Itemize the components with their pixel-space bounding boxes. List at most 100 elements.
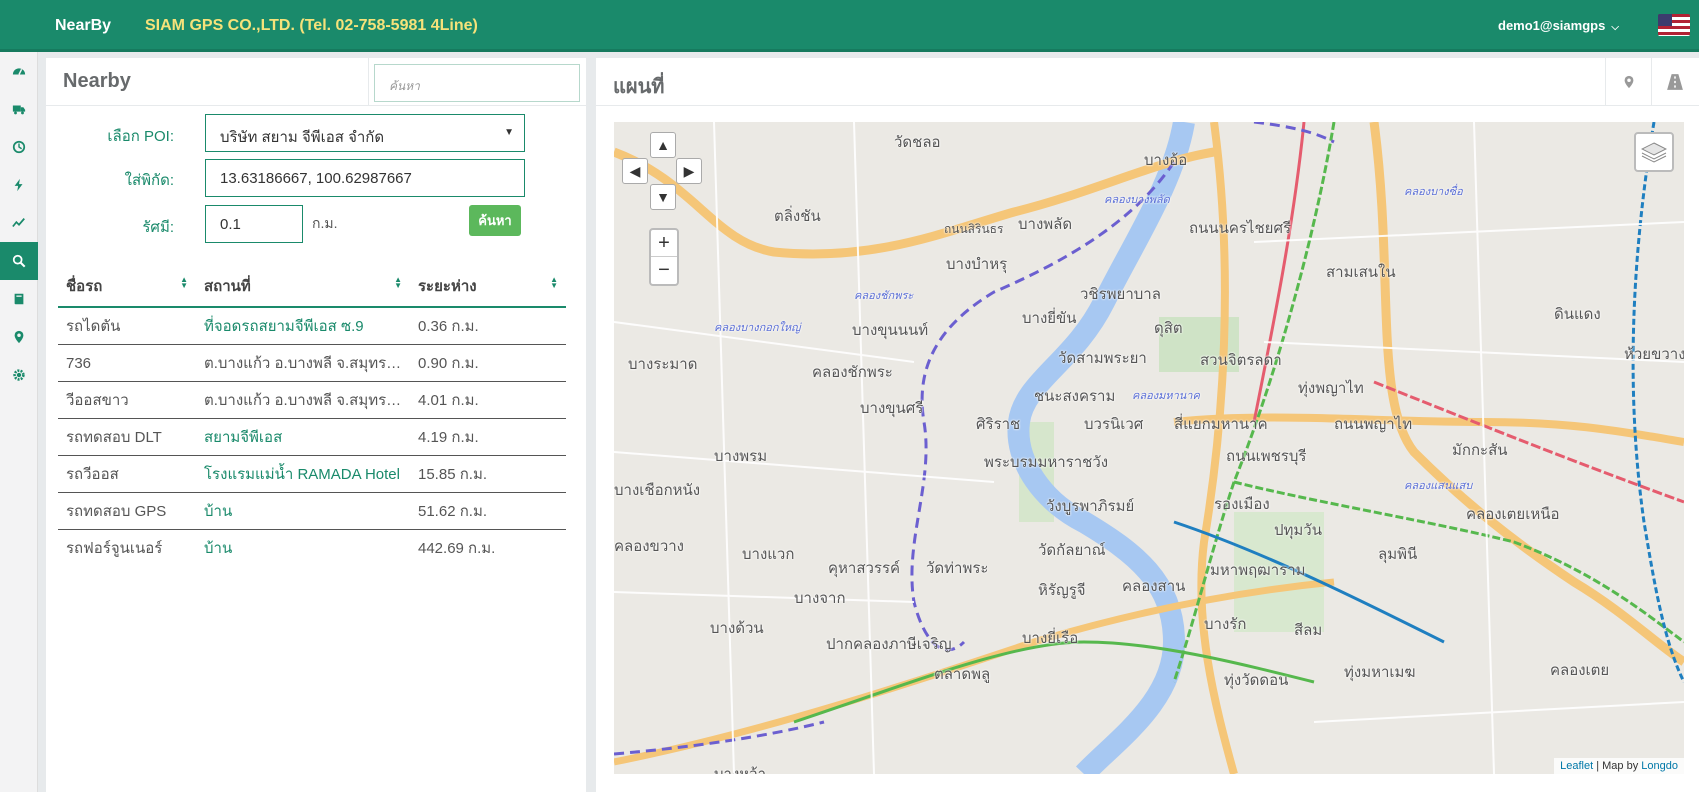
canal-label: คลองบางซื่อ xyxy=(1404,186,1463,198)
map-label: สี่แยกมหานาค xyxy=(1174,416,1268,433)
coord-input[interactable]: 13.63186667, 100.62987667 xyxy=(205,159,525,197)
table-row[interactable]: รถทดสอบ DLT สยามจีพีเอส 4.19 ก.ม. xyxy=(58,418,566,456)
dashboard-icon[interactable] xyxy=(0,52,38,90)
layers-icon[interactable] xyxy=(1634,132,1674,172)
radius-input[interactable]: 0.1 xyxy=(205,205,303,243)
coord-label: ใส่พิกัด: xyxy=(124,172,174,189)
map-attribution: Leaflet | Map by Longdo xyxy=(1554,758,1684,774)
map-title: แผนที่ xyxy=(613,76,665,98)
us-flag-icon[interactable] xyxy=(1658,14,1690,36)
table-row[interactable]: รถวีออส โรงแรมแม่น้ำ RAMADA Hotel 15.85 … xyxy=(58,455,566,493)
place-link[interactable]: สยามจีพีเอส xyxy=(196,418,410,456)
place-link[interactable]: โรงแรมแม่น้ำ RAMADA Hotel xyxy=(196,455,410,493)
table-row[interactable]: 736 ต.บางแก้ว อ.บางพลี จ.สมุทรปราการ 0.9… xyxy=(58,344,566,382)
search-input[interactable]: ค้นหา xyxy=(374,64,580,102)
pan-down-button[interactable]: ▼ xyxy=(650,184,676,210)
distance-value: 0.36 ก.ม. xyxy=(410,307,566,345)
history-icon[interactable] xyxy=(0,128,38,166)
sort-icon[interactable]: ▲ ▼ xyxy=(180,276,188,290)
vehicle-name: รถวีออส xyxy=(58,455,196,493)
vehicle-name: รถไดตัน xyxy=(58,307,196,345)
search-icon[interactable] xyxy=(0,242,38,280)
search-button[interactable]: ค้นหา xyxy=(469,205,521,236)
road-icon[interactable] xyxy=(1651,58,1697,106)
distance-value: 15.85 ก.ม. xyxy=(410,455,566,493)
map-label: บางพรม xyxy=(714,448,768,465)
user-email[interactable]: demo1@siamgps xyxy=(1498,18,1605,33)
map-label: วังบูรพาภิรมย์ xyxy=(1046,498,1135,515)
pan-right-button[interactable]: ▶ xyxy=(676,158,702,184)
map-panel-header: แผนที่ xyxy=(596,58,1699,106)
table-row[interactable]: รถฟอร์จูนเนอร์ บ้าน 442.69 ก.ม. xyxy=(58,530,566,567)
map-label: ปากคลองภาษีเจริญ xyxy=(826,636,952,653)
zoom-in-button[interactable]: + xyxy=(651,230,677,257)
place-text: ต.บางแก้ว อ.บางพลี จ.สมุทรปราการ xyxy=(196,381,410,419)
pan-up-button[interactable]: ▲ xyxy=(650,132,676,158)
map-label: บางแวก xyxy=(742,546,795,563)
poi-select[interactable]: บริษัท สยาม จีพีเอส จำกัด ▼ xyxy=(205,114,525,152)
map-label: วัดสามพระยา xyxy=(1058,350,1147,367)
map-marker-icon[interactable] xyxy=(1605,58,1651,106)
place-text: ต.บางแก้ว อ.บางพลี จ.สมุทรปราการ xyxy=(196,344,410,382)
map-view[interactable]: วัดชลอ บางอ้อ ตลิ่งชัน ถนนสิรินธร บางพลั… xyxy=(614,122,1684,774)
map-label: สวนจิตรลดา xyxy=(1200,352,1282,369)
map-label: ทุ่งวัดดอน xyxy=(1224,672,1289,689)
map-marker-icon[interactable] xyxy=(0,318,38,356)
map-label: วัดท่าพระ xyxy=(926,560,989,577)
map-label: ลุมพินี xyxy=(1378,546,1418,563)
vehicle-name: 736 xyxy=(58,344,196,382)
map-label: ทุ่งมหาเมฆ xyxy=(1344,664,1416,681)
map-label: บางรัก xyxy=(1204,616,1247,633)
zoom-out-button[interactable]: − xyxy=(651,257,677,284)
vehicle-name: วีออสขาว xyxy=(58,381,196,419)
bolt-icon[interactable] xyxy=(0,166,38,204)
table-row[interactable]: วีออสขาว ต.บางแก้ว อ.บางพลี จ.สมุทรปรากา… xyxy=(58,381,566,419)
map-label: มักกะสัน xyxy=(1452,442,1508,459)
user-menu[interactable]: demo1@siamgps ⌵ xyxy=(1498,18,1619,33)
nearby-panel-header: Nearby ค้นหา xyxy=(46,58,586,106)
place-link[interactable]: บ้าน xyxy=(196,530,410,567)
book-icon[interactable] xyxy=(0,280,38,318)
sort-icon[interactable]: ▲ ▼ xyxy=(394,276,402,290)
poi-label: เลือก POI: xyxy=(107,128,174,145)
map-label: ดินแดง xyxy=(1554,306,1601,323)
longdo-link[interactable]: Longdo xyxy=(1641,760,1678,772)
map-label: ศิริราช xyxy=(976,416,1021,433)
app-brand[interactable]: NearBy xyxy=(55,17,111,35)
pan-left-button[interactable]: ◀ xyxy=(622,158,648,184)
map-label: พระบรมมหาราชวัง xyxy=(984,454,1109,471)
leaflet-link[interactable]: Leaflet xyxy=(1560,760,1593,772)
place-link[interactable]: ที่จอดรถสยามจีพีเอส ซ.9 xyxy=(196,307,410,345)
column-header-distance[interactable]: ระยะห่าง ▲ ▼ xyxy=(410,266,566,308)
canal-label: คลองบางกอกใหญ่ xyxy=(714,322,801,334)
gear-icon[interactable] xyxy=(0,356,38,394)
map-panel: แผนที่ วัดชลอ บางอ้อ ตลิ่งชัน ถนนสิรินธร… xyxy=(596,58,1699,792)
map-label: ดุสิต xyxy=(1154,320,1183,337)
map-label: บางขุนศรี xyxy=(860,400,924,417)
radius-label: รัศมี: xyxy=(142,219,174,236)
top-navbar: NearBy SIAM GPS CO.,LTD. (Tel. 02-758-59… xyxy=(0,0,1699,52)
column-header-vehicle[interactable]: ชื่อรถ ▲ ▼ xyxy=(58,266,196,308)
column-header-place[interactable]: สถานที่ ▲ ▼ xyxy=(196,266,410,308)
canal-label: คลองแสนแสบ xyxy=(1404,480,1473,492)
map-label: ปทุมวัน xyxy=(1274,522,1322,539)
table-row[interactable]: รถไดตัน ที่จอดรถสยามจีพีเอส ซ.9 0.36 ก.ม… xyxy=(58,307,566,345)
map-label: ตลาดพลู xyxy=(934,666,991,683)
chevron-down-icon[interactable]: ⌵ xyxy=(1611,22,1619,33)
map-label: บางบำหรุ xyxy=(946,256,1008,273)
nearby-panel: Nearby ค้นหา เลือก POI: บริษัท สยาม จีพี… xyxy=(46,58,586,792)
sidebar xyxy=(0,52,38,792)
company-info: SIAM GPS CO.,LTD. (Tel. 02-758-5981 4Lin… xyxy=(145,17,478,34)
line-chart-icon[interactable] xyxy=(0,204,38,242)
distance-value: 51.62 ก.ม. xyxy=(410,492,566,530)
map-label: ถนนนครไชยศรี xyxy=(1189,220,1292,237)
truck-icon[interactable] xyxy=(0,90,38,128)
map-label: บางยี่เรือ xyxy=(1022,630,1079,647)
canal-label: คลองชักพระ xyxy=(854,290,914,302)
map-label: บางพลัด xyxy=(1018,216,1073,233)
sort-icon[interactable]: ▲ ▼ xyxy=(550,276,558,290)
map-label: บางเชือกหนัง xyxy=(614,482,701,499)
place-link[interactable]: บ้าน xyxy=(196,492,410,530)
map-label: ถนนสิรินธร xyxy=(944,222,1004,236)
table-row[interactable]: รถทดสอบ GPS บ้าน 51.62 ก.ม. xyxy=(58,492,566,530)
